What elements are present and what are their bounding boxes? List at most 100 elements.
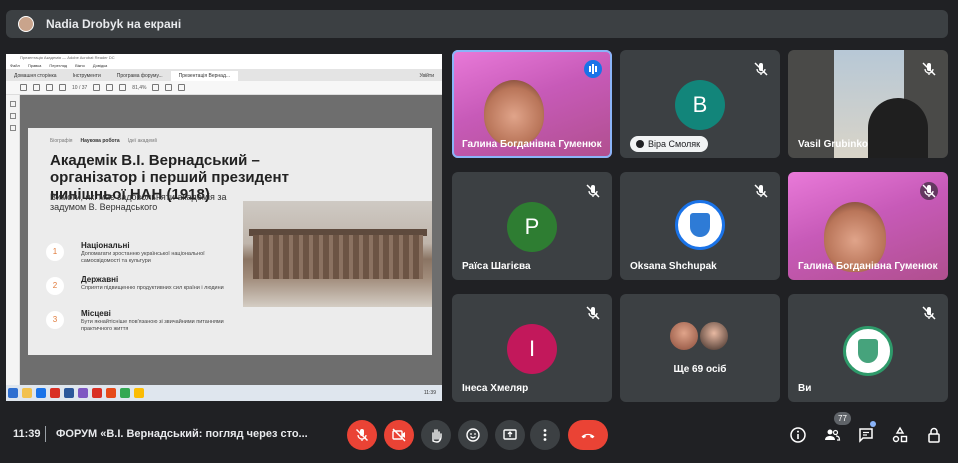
bookmark-icon (9, 113, 16, 119)
thumbnails-icon (9, 101, 16, 107)
print-icon (33, 84, 40, 91)
zoom-level: 81,4% (132, 84, 147, 91)
slide-nav: Біографія Наукова робота Ідеї академії (50, 138, 157, 144)
item-title: Державні (81, 275, 119, 284)
attachment-icon (9, 125, 16, 131)
speaking-indicator-icon (584, 60, 602, 78)
mic-off-icon (920, 304, 938, 322)
activities-button[interactable] (890, 425, 910, 445)
participants-count-badge: 77 (834, 412, 851, 425)
tab-program: Програма форуму... (116, 73, 163, 79)
slide-nav-item: Ідеї академії (127, 138, 158, 144)
browser-icon (36, 388, 46, 398)
participant-tile[interactable]: B Віра Смоляк (620, 50, 780, 158)
pen-icon (178, 84, 186, 91)
mic-off-icon (584, 182, 602, 200)
participant-tile[interactable]: Галина Богданівна Гуменюк (452, 50, 612, 158)
window-side-panel (6, 95, 20, 385)
more-participants-tile[interactable]: Ще 69 осіб (620, 294, 780, 402)
academy-building-photo (243, 201, 432, 307)
participant-name-pill: Віра Смоляк (630, 136, 709, 152)
item-desc: Бути якнайтісніше пов'язаною зі звичайни… (81, 319, 224, 332)
menu-item: Довідка (92, 63, 108, 68)
slide-subtitle: Вимоги, які має задовольняти академія за… (50, 192, 227, 212)
item-number: 3 (46, 311, 64, 329)
activities-icon (892, 426, 908, 443)
participant-tile[interactable]: Vasil Grubinko (788, 50, 948, 158)
slide-nav-item: Біографія (50, 138, 73, 144)
camera-off-icon (392, 428, 406, 442)
participant-thumbnail (668, 320, 700, 352)
participant-name: Ви (798, 383, 812, 394)
opera-icon (106, 388, 116, 398)
chat-button[interactable] (856, 425, 876, 445)
meeting-info-button[interactable] (788, 425, 808, 445)
tab-presentation: Презентація Вернад... (170, 71, 239, 81)
participant-tile[interactable]: I Інеса Хмеляр (452, 294, 612, 402)
search-icon (59, 84, 66, 91)
participant-silhouette (868, 98, 928, 158)
mic-toggle-button[interactable] (347, 420, 377, 450)
more-options-button[interactable] (530, 420, 560, 450)
window-toolbar: 10 / 37 81,4% (6, 81, 442, 95)
raise-hand-icon (432, 429, 442, 443)
participant-tile[interactable]: Галина Богданівна Гуменюк (788, 172, 948, 280)
participant-thumbnail (698, 320, 730, 352)
present-button[interactable] (495, 420, 525, 450)
presenter-avatar (18, 16, 34, 32)
participant-avatar: I (507, 324, 557, 374)
participant-avatar: B (675, 80, 725, 130)
raise-hand-button[interactable] (421, 420, 451, 450)
self-tile[interactable]: Ви (788, 294, 948, 402)
taskbar-clock: 11:39 (423, 390, 436, 396)
clock: 11:39 (13, 428, 41, 440)
menu-item: Вікно (75, 63, 85, 68)
item-desc: Сприяти підвищенню продуктивних сил краї… (81, 285, 224, 291)
mic-off-icon (752, 60, 770, 78)
slide-nav-item-active: Наукова робота (80, 138, 120, 144)
document-view: Біографія Наукова робота Ідеї академії А… (20, 95, 442, 385)
windows-taskbar: 11:39 (6, 385, 442, 401)
item-number: 1 (46, 243, 64, 261)
chrome-icon (120, 388, 130, 398)
zoom-out-icon (106, 84, 114, 91)
participant-logo (675, 200, 725, 250)
presenting-banner: Nadia Drobyk на екрані (6, 10, 948, 38)
word-icon (64, 388, 74, 398)
mic-off-icon (920, 182, 938, 200)
participant-name: Vasil Grubinko (798, 139, 869, 150)
reactions-button[interactable] (458, 420, 488, 450)
zoom-in-icon (119, 84, 127, 91)
shared-screen[interactable]: Презентація Академія — Adobe Acrobat Rea… (6, 54, 442, 401)
menu-item: Файл (10, 63, 20, 68)
participant-name: Галина Богданівна Гуменюк (798, 261, 938, 272)
item-desc: Допомагати зростанню української націона… (81, 251, 205, 264)
item-title: Місцеві (81, 309, 111, 318)
participant-tile[interactable]: P Раїса Шагієва (452, 172, 612, 280)
slide-item: 3 Місцеві Бути якнайтісніше пов'язаною з… (46, 309, 236, 339)
tab-home: Домашня сторінка (14, 73, 57, 79)
participant-tile[interactable]: Oksana Shchupak (620, 172, 780, 280)
acrobat-window: Презентація Академія — Adobe Acrobat Rea… (6, 54, 442, 401)
participant-video (484, 80, 544, 146)
mic-off-icon (584, 304, 602, 322)
menu-item: Перегляд (49, 63, 68, 68)
self-logo (843, 326, 893, 376)
present-icon (503, 429, 517, 440)
host-controls-button[interactable] (924, 425, 944, 445)
fit-page-icon (152, 84, 160, 91)
participant-name: Oksana Shchupak (630, 261, 717, 272)
menu-item: Правка (27, 63, 42, 68)
mail-icon (46, 84, 53, 91)
comment-icon (165, 84, 173, 91)
end-call-button[interactable] (568, 420, 608, 450)
item-number: 2 (46, 277, 64, 295)
slide-item: 1 Національні Допомагати зростанню украї… (46, 241, 236, 271)
participant-avatar: P (507, 202, 557, 252)
building-facade (253, 235, 423, 279)
people-button[interactable] (822, 425, 842, 445)
presenting-text: Nadia Drobyk на екрані (46, 17, 182, 31)
info-icon (790, 427, 806, 443)
camera-toggle-button[interactable] (384, 420, 414, 450)
more-participants-label: Ще 69 осіб (673, 364, 727, 375)
